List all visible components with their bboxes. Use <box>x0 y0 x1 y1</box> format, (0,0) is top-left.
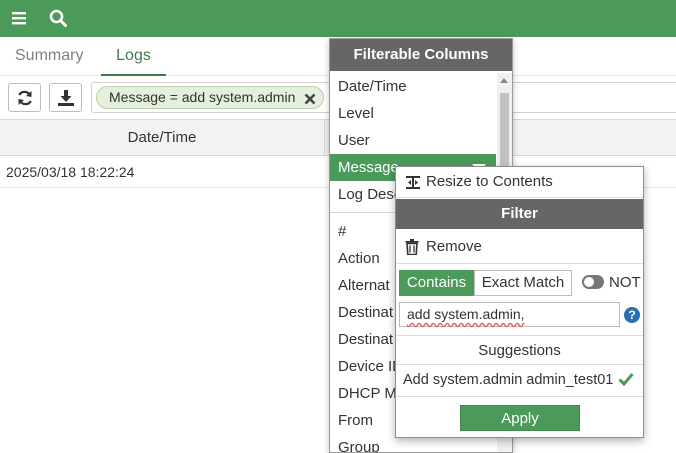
top-bar <box>0 0 676 37</box>
tab-logs[interactable]: Logs <box>101 37 166 76</box>
filter-chip[interactable]: Message = add system.admin <box>96 86 325 109</box>
filter-value-input[interactable]: add system.admin, <box>399 302 620 327</box>
filterable-columns-title: Filterable Columns <box>330 39 512 71</box>
toggle-knob <box>584 277 594 287</box>
resize-to-contents-label: Resize to Contents <box>426 173 553 190</box>
not-label: NOT <box>609 274 641 291</box>
filter-value-text: add system.admin, <box>407 306 525 322</box>
checkmark-icon <box>618 372 634 391</box>
close-icon[interactable] <box>303 91 317 105</box>
scroll-up-icon[interactable] <box>500 78 508 83</box>
refresh-button[interactable] <box>8 83 41 112</box>
help-icon[interactable]: ? <box>624 307 640 323</box>
suggestions-title: Suggestions <box>396 335 643 365</box>
column-header-datetime[interactable]: Date/Time <box>0 120 325 156</box>
suggestion-item[interactable]: Add system.admin admin_test01 <box>403 366 613 394</box>
column-option[interactable]: Level <box>330 100 496 127</box>
hamburger-icon[interactable] <box>8 7 30 29</box>
column-option[interactable]: Date/Time <box>330 73 496 100</box>
not-toggle[interactable] <box>582 275 604 289</box>
filter-chip-label: Message = add system.admin <box>109 89 296 105</box>
search-icon[interactable] <box>47 7 69 29</box>
cell-datetime: 2025/03/18 18:22:24 <box>6 164 135 180</box>
contains-toggle-button[interactable]: Contains <box>399 270 474 296</box>
resize-to-contents-button[interactable]: Resize to Contents <box>396 167 643 198</box>
column-option-label: Message <box>338 159 399 176</box>
download-button[interactable] <box>49 83 82 112</box>
remove-filter-label: Remove <box>426 238 482 255</box>
tab-summary[interactable]: Summary <box>15 37 85 76</box>
remove-filter-button[interactable]: Remove <box>396 230 643 264</box>
divider <box>396 396 643 397</box>
filter-title: Filter <box>396 199 643 229</box>
column-option[interactable]: User <box>330 127 496 154</box>
exact-match-toggle-button[interactable]: Exact Match <box>474 270 572 296</box>
filter-popup: Resize to Contents Filter Remove Contain… <box>395 166 644 438</box>
apply-button[interactable]: Apply <box>460 405 580 431</box>
